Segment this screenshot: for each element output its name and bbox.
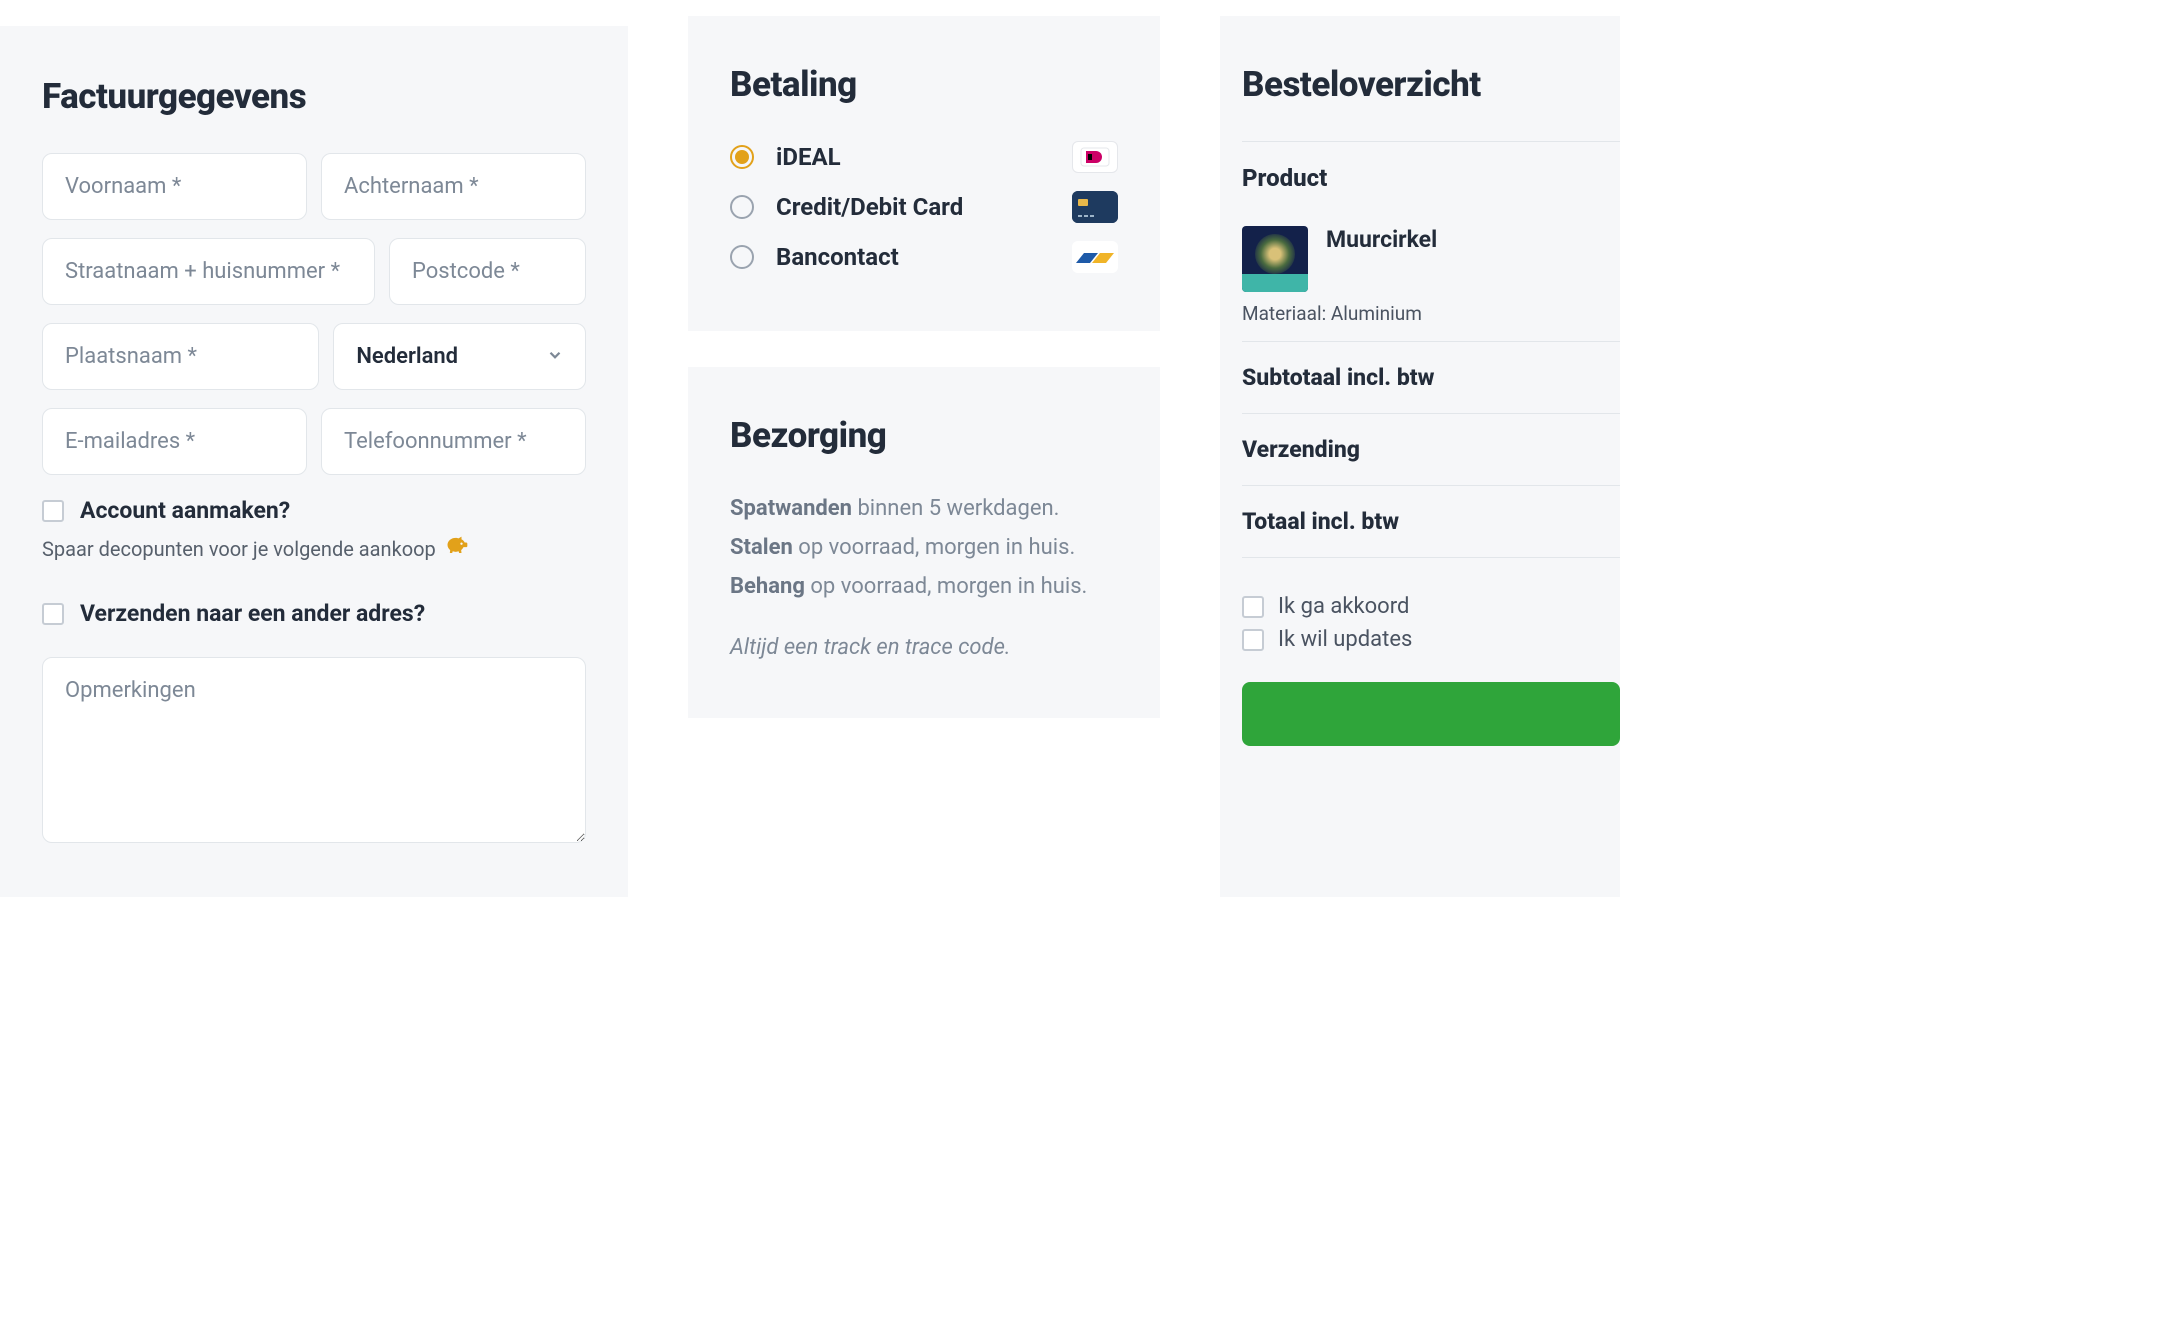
delivery-line-3: Behang op voorraad, morgen in huis. bbox=[730, 570, 1118, 603]
summary-title: Besteloverzicht bbox=[1242, 64, 1620, 105]
create-account-label: Account aanmaken? bbox=[80, 497, 290, 524]
summary-panel: Besteloverzicht Product Muurcirkel Mater… bbox=[1220, 16, 1620, 897]
payment-option-ideal[interactable]: iDEAL bbox=[730, 141, 1118, 173]
billing-title: Factuurgegevens bbox=[42, 76, 586, 117]
bancontact-icon bbox=[1072, 241, 1118, 273]
agree-checkbox[interactable] bbox=[1242, 596, 1264, 618]
payment-option-card[interactable]: Credit/Debit Card bbox=[730, 191, 1118, 223]
firstname-input[interactable] bbox=[42, 153, 307, 220]
agree-label: Ik ga akkoord bbox=[1278, 594, 1409, 619]
delivery-title: Bezorging bbox=[730, 415, 1118, 456]
piggy-bank-icon bbox=[444, 532, 472, 566]
updates-row[interactable]: Ik wil updates bbox=[1242, 627, 1620, 652]
updates-checkbox[interactable] bbox=[1242, 629, 1264, 651]
country-select[interactable]: Nederland bbox=[333, 323, 586, 390]
summary-total: Totaal incl. btw bbox=[1242, 485, 1620, 557]
phone-input[interactable] bbox=[321, 408, 586, 475]
email-input[interactable] bbox=[42, 408, 307, 475]
ship-other-row[interactable]: Verzenden naar een ander adres? bbox=[42, 600, 586, 627]
ship-other-checkbox[interactable] bbox=[42, 603, 64, 625]
postcode-input[interactable] bbox=[389, 238, 586, 305]
street-input[interactable] bbox=[42, 238, 375, 305]
summary-product-header: Product bbox=[1242, 141, 1620, 214]
create-account-checkbox[interactable] bbox=[42, 500, 64, 522]
payment-panel: Betaling iDEAL Credit/Debit Card bbox=[688, 16, 1160, 331]
summary-product-row: Muurcirkel bbox=[1242, 214, 1620, 302]
product-thumbnail bbox=[1242, 226, 1308, 292]
radio-ideal[interactable] bbox=[730, 145, 754, 169]
summary-subtotal: Subtotaal incl. btw bbox=[1242, 341, 1620, 413]
product-meta: Materiaal: Aluminium bbox=[1242, 302, 1620, 325]
delivery-note: Altijd een track en trace code. bbox=[730, 635, 1118, 660]
updates-label: Ik wil updates bbox=[1278, 627, 1412, 652]
payment-label-ideal: iDEAL bbox=[776, 143, 841, 171]
city-input[interactable] bbox=[42, 323, 319, 390]
place-order-button[interactable] bbox=[1242, 682, 1620, 746]
delivery-line-2: Stalen op voorraad, morgen in huis. bbox=[730, 531, 1118, 564]
delivery-panel: Bezorging Spatwanden binnen 5 werkdagen.… bbox=[688, 367, 1160, 718]
agree-row[interactable]: Ik ga akkoord bbox=[1242, 594, 1620, 619]
product-name: Muurcirkel bbox=[1326, 226, 1437, 253]
payment-label-card: Credit/Debit Card bbox=[776, 193, 963, 221]
payment-label-bancontact: Bancontact bbox=[776, 243, 899, 271]
ship-other-label: Verzenden naar een ander adres? bbox=[80, 600, 425, 627]
create-account-subtext: Spaar decopunten voor je volgende aankoo… bbox=[42, 532, 586, 566]
payment-option-bancontact[interactable]: Bancontact bbox=[730, 241, 1118, 273]
card-icon bbox=[1072, 191, 1118, 223]
lastname-input[interactable] bbox=[321, 153, 586, 220]
billing-panel: Factuurgegevens Nederland bbox=[0, 26, 628, 897]
notes-textarea[interactable] bbox=[42, 657, 586, 843]
radio-card[interactable] bbox=[730, 195, 754, 219]
summary-shipping: Verzending bbox=[1242, 413, 1620, 485]
payment-title: Betaling bbox=[730, 64, 1118, 105]
radio-bancontact[interactable] bbox=[730, 245, 754, 269]
create-account-row[interactable]: Account aanmaken? bbox=[42, 497, 586, 524]
delivery-line-1: Spatwanden binnen 5 werkdagen. bbox=[730, 492, 1118, 525]
ideal-icon bbox=[1072, 141, 1118, 173]
